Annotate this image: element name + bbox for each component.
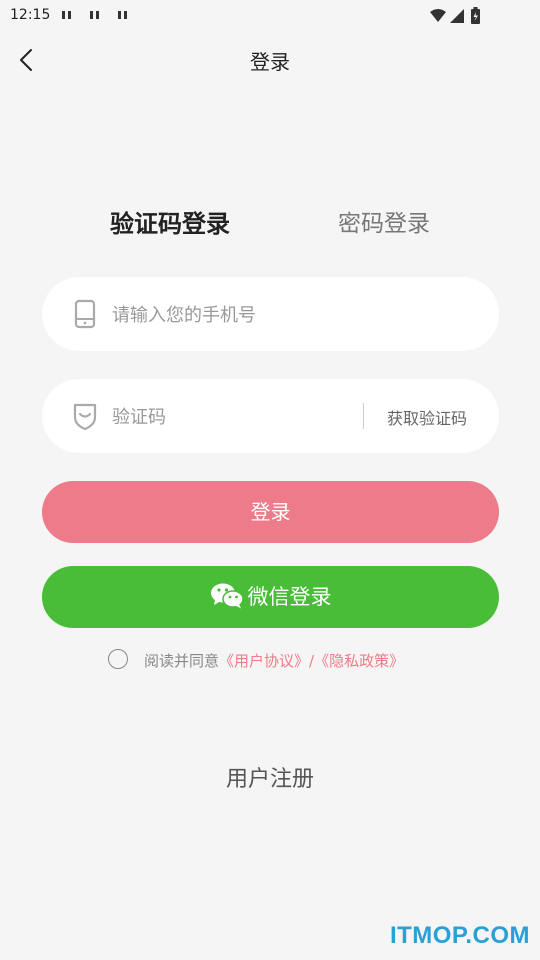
tab-password-login[interactable]: 密码登录 (338, 204, 430, 238)
login-button[interactable]: 登录 (42, 481, 499, 543)
system-status-icons (430, 7, 480, 24)
get-code-button[interactable]: 获取验证码 (387, 405, 467, 429)
status-bar: 12:15 (0, 0, 540, 32)
status-time: 12:15 (10, 7, 51, 23)
phone-input[interactable] (110, 297, 474, 333)
notification-icon (62, 11, 72, 19)
code-input[interactable] (110, 399, 364, 435)
signal-icon (450, 9, 464, 23)
agreement-text: 阅读并同意《用户协议》/《隐私政策》 (144, 650, 404, 671)
tab-sms-login[interactable]: 验证码登录 (110, 204, 230, 239)
notification-icon (90, 11, 100, 19)
phone-icon (74, 299, 96, 329)
wechat-login-button[interactable]: 微信登录 (42, 566, 499, 628)
register-link[interactable]: 用户注册 (0, 761, 540, 793)
shield-icon (73, 403, 97, 431)
agreement-prefix: 阅读并同意 (144, 652, 220, 670)
header: 登录 (0, 36, 540, 84)
page-title: 登录 (250, 50, 290, 74)
wifi-icon (430, 9, 446, 22)
watermark-logo: ITMOP.COM (389, 922, 530, 949)
login-button-label: 登录 (250, 500, 291, 524)
divider (363, 403, 364, 429)
user-agreement-link[interactable]: 《用户协议》 (219, 652, 309, 670)
phone-field (42, 277, 499, 351)
wechat-icon (210, 583, 244, 609)
agree-checkbox[interactable] (108, 649, 128, 669)
code-field: 获取验证码 (42, 379, 499, 453)
privacy-policy-link[interactable]: 《隐私政策》 (314, 652, 404, 670)
wechat-button-label: 微信登录 (247, 585, 332, 609)
notification-icon (118, 11, 128, 19)
